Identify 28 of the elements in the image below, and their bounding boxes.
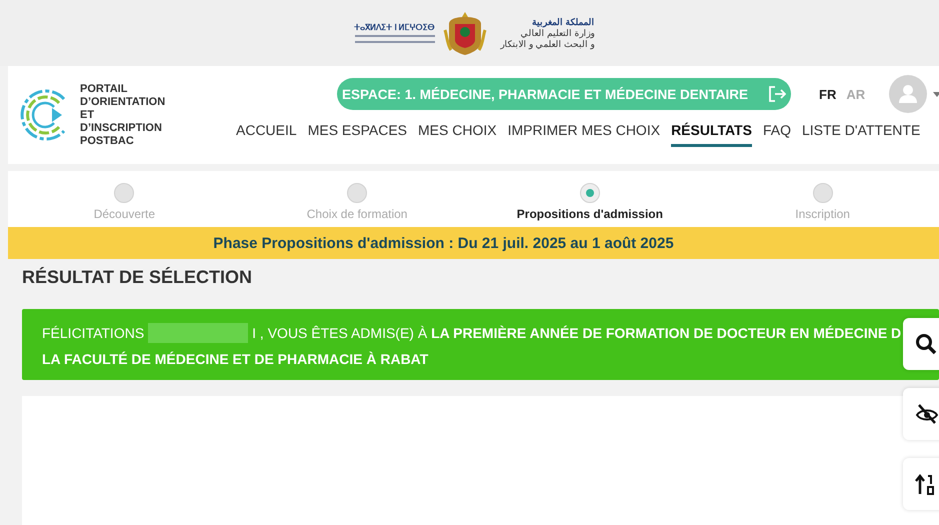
eye-slash-icon xyxy=(915,403,939,425)
ministry-name-tifinagh: ⵜⴰⴳⵍⴷⵉⵜ ⵏ ⵍⵎⵖⵔⵉⴱ xyxy=(354,23,434,32)
ministry-name-arabic: وزارة التعليم العالي xyxy=(519,28,594,38)
nav-link[interactable]: MES ESPACES xyxy=(308,122,408,147)
nav-link[interactable]: MES CHOIX xyxy=(418,122,497,147)
step-label: Inscription xyxy=(795,207,850,221)
portal-title: PORTAIL D’ORIENTATION ET D’INSCRIPTION POSTBAC xyxy=(80,82,166,148)
ministry-name-arabic: و البحث العلمي و الابتكار xyxy=(499,38,594,50)
phase-dates: Phase Propositions d'admission : Du 21 juil. 2025 au 1 août 2025 xyxy=(213,234,674,252)
nav-link[interactable]: FAQ xyxy=(762,122,791,147)
step-label: Propositions d'admission xyxy=(516,207,663,221)
section-title: RÉSULTAT DE SÉLECTION xyxy=(22,267,254,289)
search-icon xyxy=(915,333,937,355)
result-text: LA FACULTÉ DE MÉDECINE ET DE PHARMACIE À RABAT xyxy=(42,350,428,366)
caret-icon xyxy=(933,92,939,96)
coat-of-arms-icon xyxy=(442,10,486,56)
result-text: I , VOUS ÊTES ADMIS(E) À LA PREMIÈRE ANNÉE DE FORMATION DE DOCTEUR EN MÉDECINE D xyxy=(252,324,902,340)
nav-link[interactable]: LISTE D'ATTENTE xyxy=(802,122,920,147)
logout-icon xyxy=(768,86,786,102)
result-text: FÉLICITATIONS xyxy=(42,324,144,340)
nav-link[interactable]: ACCUEIL xyxy=(236,122,297,147)
nav-link[interactable]: RÉSULTATS xyxy=(671,122,752,147)
language-link[interactable]: FR xyxy=(819,86,836,102)
sort-icon xyxy=(915,473,937,495)
step-label: Choix de formation xyxy=(306,207,408,221)
ministry-name-arabic: المملكة المغربية xyxy=(530,16,594,28)
step-label: Découverte xyxy=(94,207,156,221)
nav-link[interactable]: IMPRIMER MES CHOIX xyxy=(508,122,660,147)
